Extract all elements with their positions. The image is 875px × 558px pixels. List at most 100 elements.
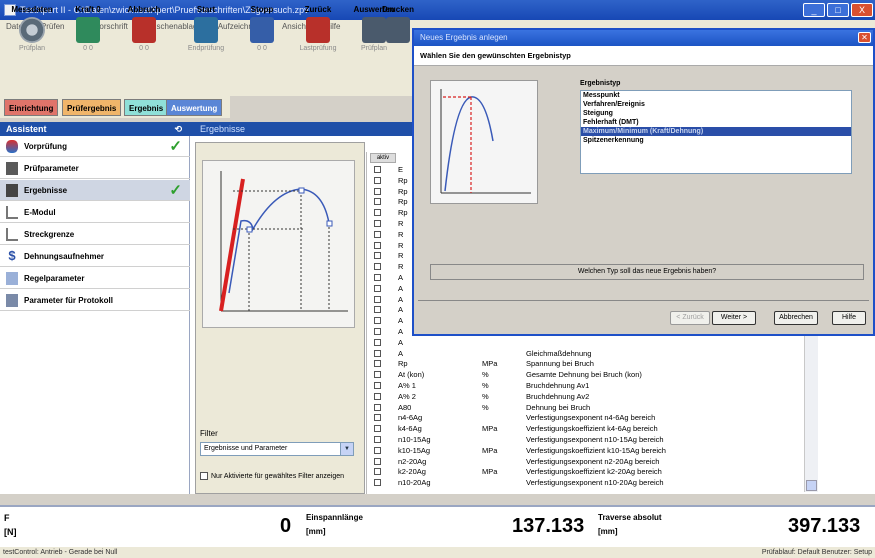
zurueck-button[interactable]: Zurück Lastprüfung xyxy=(290,2,346,60)
active-checkbox[interactable] xyxy=(374,360,381,368)
kraft-null-button[interactable]: Kraft 0 0 0 xyxy=(60,2,116,60)
abbruch-button[interactable]: Abbruch 0 0 xyxy=(116,2,172,60)
active-checkbox[interactable] xyxy=(374,392,381,400)
active-checkbox[interactable] xyxy=(374,425,381,433)
active-checkbox[interactable] xyxy=(374,220,381,227)
active-checkbox[interactable] xyxy=(374,414,381,422)
close-button[interactable]: X xyxy=(851,3,873,17)
tab-pruefergebnis[interactable]: Prüfergebnis xyxy=(62,99,122,116)
table-row[interactable]: At (kon)% Gesamte Dehnung bei Bruch (kon) xyxy=(370,370,800,379)
table-row[interactable]: A Gleichmaßdehnung xyxy=(370,349,800,358)
active-checkbox[interactable] xyxy=(374,403,381,411)
start-icon xyxy=(194,17,218,43)
active-checkbox[interactable] xyxy=(374,457,381,465)
table-row[interactable]: k2-20Ag MPa Verfestigungskoeffizient k2-20… xyxy=(370,467,800,476)
result-type-item-selected[interactable]: Maximum/Minimum (Kraft/Dehnung) xyxy=(581,127,851,136)
scroll-down-button[interactable] xyxy=(806,480,817,491)
active-checkbox[interactable] xyxy=(374,306,381,314)
table-row[interactable]: A80% Dehnung bei Bruch xyxy=(370,403,800,412)
result-type-item[interactable]: Messpunkt xyxy=(581,91,851,100)
active-checkbox[interactable] xyxy=(374,349,381,357)
dialog-title-bar: Neues Ergebnis anlegen xyxy=(414,30,873,46)
tab-ergebnis[interactable]: Ergebnis xyxy=(124,99,169,116)
table-row[interactable]: Rp MPa Spannung bei Bruch xyxy=(370,359,800,368)
result-type-list[interactable]: Messpunkt Verfahren/Ereignis Steigung Fe… xyxy=(580,90,852,174)
back-icon xyxy=(306,17,330,43)
active-checkbox[interactable] xyxy=(374,436,381,443)
result-name: n2-20Ag xyxy=(398,456,427,466)
tab-einrichtung[interactable]: Einrichtung xyxy=(4,99,59,116)
sidebar-item-streckgrenze[interactable]: Streckgrenze xyxy=(0,224,190,245)
stopp-button[interactable]: Stopp 0 0 xyxy=(234,2,290,60)
result-name: A xyxy=(398,294,404,304)
table-row[interactable]: n4-6Ag Verfestigungsexponent n4-6Ag berei… xyxy=(370,413,800,422)
result-name: Rp xyxy=(398,208,408,218)
active-checkbox[interactable] xyxy=(374,263,381,271)
dialog-close-icon[interactable]: ✕ xyxy=(858,32,871,43)
table-row[interactable]: k10-15Ag MPa Verfestigungskoeffizient k10-… xyxy=(370,446,800,455)
active-checkbox[interactable] xyxy=(374,252,381,260)
active-checkbox[interactable] xyxy=(374,317,381,325)
drucken-button[interactable]: Drucken xyxy=(380,2,416,60)
active-checkbox[interactable] xyxy=(374,241,381,249)
chevron-down-icon[interactable]: ▼ xyxy=(340,443,353,455)
stop-icon xyxy=(250,17,274,43)
sidebar-item-protokoll[interactable]: Parameter für Protokoll xyxy=(0,290,190,311)
table-row[interactable]: n10-15Ag Verfestigungsexponent n10-15Ag b… xyxy=(370,435,800,444)
maximize-button[interactable]: □ xyxy=(827,3,849,17)
result-name: A xyxy=(398,273,404,282)
result-type-item[interactable]: Steigung xyxy=(581,109,851,118)
active-checkbox[interactable] xyxy=(374,382,381,389)
sidebar-item-regelparameter[interactable]: Regelparameter xyxy=(0,268,190,289)
table-row[interactable]: k4-6Ag MPa Verfestigungskoeffizient k4-6Ag… xyxy=(370,424,800,433)
next-button[interactable]: Weiter > xyxy=(712,311,756,325)
table-row[interactable]: A% 1% Bruchdehnung Av1 xyxy=(370,381,800,390)
active-checkbox[interactable] xyxy=(374,479,381,487)
result-description: Gleichmaßdehnung xyxy=(526,348,592,358)
active-checkbox[interactable] xyxy=(374,328,381,335)
result-type-item[interactable]: Fehlerhaft (DMT) xyxy=(581,118,851,127)
back-button[interactable]: < Zurück xyxy=(670,311,710,325)
table-row[interactable]: n10-20Ag Verfestigungsexponent n10-20Ag b… xyxy=(370,478,800,487)
column-header-aktiv[interactable]: aktiv xyxy=(370,153,396,163)
result-unit: MPa xyxy=(482,424,498,434)
active-checkbox[interactable] xyxy=(374,284,381,292)
active-checkbox[interactable] xyxy=(374,166,381,173)
sidebar-item-emodul[interactable]: E-Modul xyxy=(0,202,190,223)
filter-checkbox[interactable] xyxy=(200,472,208,480)
active-checkbox[interactable] xyxy=(374,468,381,476)
active-checkbox[interactable] xyxy=(374,446,381,454)
refresh-icon[interactable]: ⟲ xyxy=(174,122,182,136)
sidebar-item-dehnungsaufnehmer[interactable]: $ Dehnungsaufnehmer xyxy=(0,246,190,267)
active-checkbox[interactable] xyxy=(374,230,381,238)
result-name: A xyxy=(398,337,404,347)
sidebar-item-ergebnisse[interactable]: Ergebnisse ✓ xyxy=(0,180,190,201)
active-checkbox[interactable] xyxy=(374,209,381,217)
dialog-preview-chart xyxy=(430,80,538,204)
cancel-button[interactable]: Abbrechen xyxy=(774,311,818,325)
active-checkbox[interactable] xyxy=(374,371,381,379)
active-checkbox[interactable] xyxy=(374,176,381,184)
sidebar-item-pruefparameter[interactable]: Prüfparameter xyxy=(0,158,190,179)
status-bar: testControl: Antrieb - Gerade bei Null P… xyxy=(0,547,875,558)
messdaten-button[interactable]: Messdaten Prüfplan xyxy=(4,2,60,60)
sidebar-item-vorpruefung[interactable]: Vorprüfung ✓ xyxy=(0,136,190,157)
active-checkbox[interactable] xyxy=(374,187,381,195)
active-checkbox[interactable] xyxy=(374,295,381,303)
tab-auswertung[interactable]: Auswertung xyxy=(166,99,223,116)
help-button[interactable]: Hilfe xyxy=(832,311,866,325)
active-checkbox[interactable] xyxy=(374,274,381,281)
active-checkbox[interactable] xyxy=(374,198,381,206)
result-type-item[interactable]: Spitzenerkennung xyxy=(581,136,851,145)
yield-icon xyxy=(6,228,18,241)
minimize-button[interactable]: _ xyxy=(803,3,825,17)
result-description: Verfestigungsexponent n10-15Ag bereich xyxy=(526,435,664,444)
result-type-item[interactable]: Verfahren/Ereignis xyxy=(581,100,851,109)
table-row[interactable]: A xyxy=(370,338,800,347)
table-row[interactable]: A% 2% Bruchdehnung Av2 xyxy=(370,392,800,401)
crosshead-label: Traverse absolut xyxy=(598,513,662,522)
table-row[interactable]: n2-20Ag Verfestigungsexponent n2-20Ag ber… xyxy=(370,457,800,466)
filter-dropdown[interactable]: Ergebnisse und Parameter ▼ xyxy=(200,442,354,456)
active-checkbox[interactable] xyxy=(374,338,381,346)
start-button[interactable]: Start Endprüfung xyxy=(178,2,234,60)
